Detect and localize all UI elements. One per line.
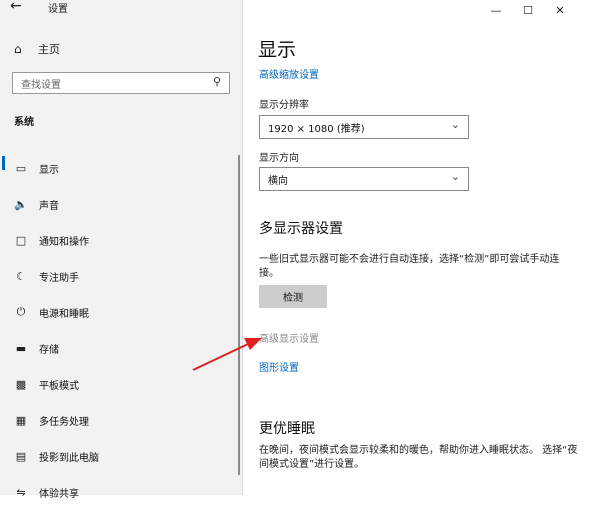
search-placeholder: 查找设置 bbox=[21, 80, 61, 91]
sidebar-item-label: 投影到此电脑 bbox=[39, 452, 99, 464]
page-title: 显示 bbox=[258, 39, 297, 61]
chevron-down-icon: ⌄ bbox=[450, 170, 460, 183]
sidebar-item-label: 体验共享 bbox=[39, 488, 79, 500]
sidebar-item-label: 显示 bbox=[39, 164, 59, 176]
sidebar-item-label: 多任务处理 bbox=[39, 416, 89, 428]
sleep-heading: 更优睡眠 bbox=[259, 421, 315, 437]
sidebar-scrollbar[interactable] bbox=[238, 155, 240, 475]
home-label: 主页 bbox=[38, 43, 60, 56]
resolution-select[interactable]: 1920 × 1080 (推荐) ⌄ bbox=[259, 115, 469, 139]
graphics-settings-link[interactable]: 图形设置 bbox=[259, 359, 299, 374]
resolution-label: 显示分辨率 bbox=[259, 100, 309, 111]
home-icon: ⌂ bbox=[14, 42, 22, 56]
multi-display-heading: 多显示器设置 bbox=[259, 221, 343, 237]
storage-icon: ▬ bbox=[15, 341, 27, 355]
sidebar-item-tablet-mode[interactable]: ▩ 平板模式 bbox=[0, 366, 236, 402]
sidebar: ← 设置 ⌂ 主页 查找设置 ⚲ 系统 ▭ 显示 🔈 声音 □ 通知和操作 ☾ … bbox=[0, 0, 243, 500]
multitask-icon: ▦ bbox=[15, 413, 27, 427]
sleep-description: 在晚间，夜间模式会显示较柔和的暖色，帮助你进入睡眠状态。 选择“夜间模式设置”进… bbox=[259, 445, 578, 470]
speaker-icon: 🔈 bbox=[14, 197, 28, 211]
resolution-value: 1920 × 1080 (推荐) bbox=[268, 124, 365, 135]
search-icon[interactable]: ⚲ bbox=[213, 75, 221, 88]
sidebar-item-notifications[interactable]: □ 通知和操作 bbox=[0, 222, 236, 258]
multi-display-description: 一些旧式显示器可能不会进行自动连接，选择“检测”即可尝试手动连接。 bbox=[259, 254, 560, 279]
sidebar-item-storage[interactable]: ▬ 存储 bbox=[0, 330, 236, 366]
sidebar-nav: ▭ 显示 🔈 声音 □ 通知和操作 ☾ 专注助手 ⏻ 电源和睡眠 ▬ 存储 ▩ … bbox=[0, 150, 236, 510]
sidebar-item-label: 专注助手 bbox=[39, 272, 79, 284]
home-item[interactable]: ⌂ 主页 bbox=[14, 41, 60, 57]
advanced-display-link[interactable]: 高级显示设置 bbox=[259, 330, 319, 345]
chevron-down-icon: ⌄ bbox=[450, 118, 460, 131]
notification-icon: □ bbox=[15, 233, 27, 247]
sidebar-item-sound[interactable]: 🔈 声音 bbox=[0, 186, 236, 222]
detect-button[interactable]: 检测 bbox=[259, 285, 327, 308]
app-title: 设置 bbox=[48, 4, 68, 15]
sidebar-item-power-sleep[interactable]: ⏻ 电源和睡眠 bbox=[0, 294, 236, 330]
sidebar-item-display[interactable]: ▭ 显示 bbox=[0, 150, 236, 186]
share-icon: ⇋ bbox=[16, 485, 26, 499]
sidebar-item-label: 声音 bbox=[39, 200, 59, 212]
search-input[interactable]: 查找设置 ⚲ bbox=[12, 72, 230, 94]
power-icon: ⏻ bbox=[16, 305, 26, 318]
back-arrow-icon[interactable]: ← bbox=[10, 0, 22, 14]
sidebar-item-project[interactable]: ▤ 投影到此电脑 bbox=[0, 438, 236, 474]
sidebar-item-label: 通知和操作 bbox=[39, 236, 89, 248]
main-content: 显示 高级缩放设置 显示分辨率 1920 × 1080 (推荐) ⌄ 显示方向 … bbox=[258, 0, 588, 495]
orientation-value: 横向 bbox=[268, 176, 288, 187]
moon-icon: ☾ bbox=[16, 269, 26, 283]
sidebar-item-shared-experiences[interactable]: ⇋ 体验共享 bbox=[0, 474, 236, 510]
sidebar-item-multitasking[interactable]: ▦ 多任务处理 bbox=[0, 402, 236, 438]
sidebar-item-focus-assist[interactable]: ☾ 专注助手 bbox=[0, 258, 236, 294]
orientation-select[interactable]: 横向 ⌄ bbox=[259, 167, 469, 191]
monitor-icon: ▭ bbox=[15, 161, 27, 175]
sidebar-item-label: 电源和睡眠 bbox=[39, 308, 89, 320]
sidebar-item-label: 平板模式 bbox=[39, 380, 79, 392]
orientation-label: 显示方向 bbox=[259, 153, 299, 164]
advanced-scaling-link[interactable]: 高级缩放设置 bbox=[259, 66, 319, 81]
project-icon: ▤ bbox=[15, 449, 27, 463]
group-title: 系统 bbox=[14, 117, 34, 128]
title-bar: ← 设置 bbox=[0, 0, 242, 20]
tablet-icon: ▩ bbox=[15, 377, 27, 391]
sidebar-item-label: 存储 bbox=[39, 344, 59, 356]
